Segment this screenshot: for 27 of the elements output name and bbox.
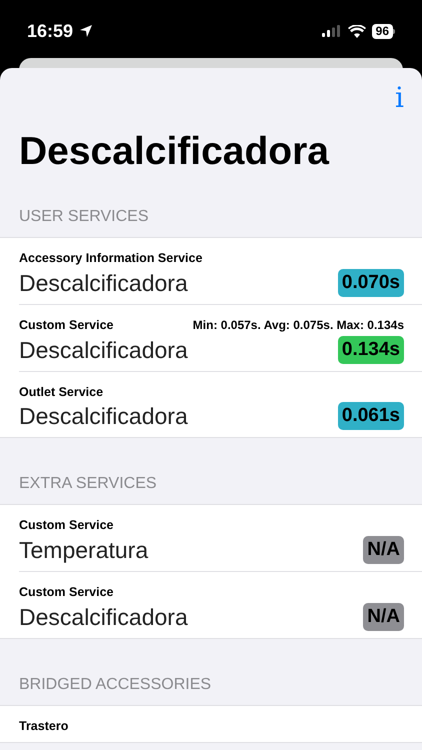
wifi-icon xyxy=(348,24,366,38)
signal-icon xyxy=(322,25,342,37)
location-arrow-icon xyxy=(79,24,94,38)
section-header: USER SERVICES xyxy=(19,208,149,225)
section-header: BRIDGED ACCESSORIES xyxy=(19,676,212,693)
service-label: Custom Service xyxy=(19,584,114,601)
section-header: EXTRA SERVICES xyxy=(19,475,157,492)
service-label: Custom Service xyxy=(19,316,114,334)
service-label: Outlet Service xyxy=(19,384,104,400)
accessory-name: Descalcificadora xyxy=(19,402,188,432)
service-label: Trastero xyxy=(19,718,68,735)
accessory-name: Descalcificadora xyxy=(19,268,188,298)
info-button[interactable]: i xyxy=(395,82,404,114)
accessory-name: Temperatura xyxy=(19,536,148,565)
page-title: Descalcificadora xyxy=(18,129,330,175)
battery-indicator: 96 xyxy=(372,24,395,38)
accessory-name: Descalcificadora xyxy=(19,602,188,632)
response-time-badge: 0.061s xyxy=(338,402,404,430)
status-time: 16:59 xyxy=(27,20,74,42)
response-time-badge: N/A xyxy=(363,602,404,631)
timing-stats: Min: 0.057s. Avg: 0.075s. Max: 0.134s xyxy=(192,317,404,334)
response-time-badge: 0.070s xyxy=(338,268,404,297)
accessory-name: Descalcificadora xyxy=(19,336,188,364)
response-time-badge: 0.134s xyxy=(338,336,404,364)
service-label: Custom Service xyxy=(19,517,114,534)
service-label: Accessory Information Service xyxy=(19,250,202,267)
response-time-badge: N/A xyxy=(363,536,404,564)
